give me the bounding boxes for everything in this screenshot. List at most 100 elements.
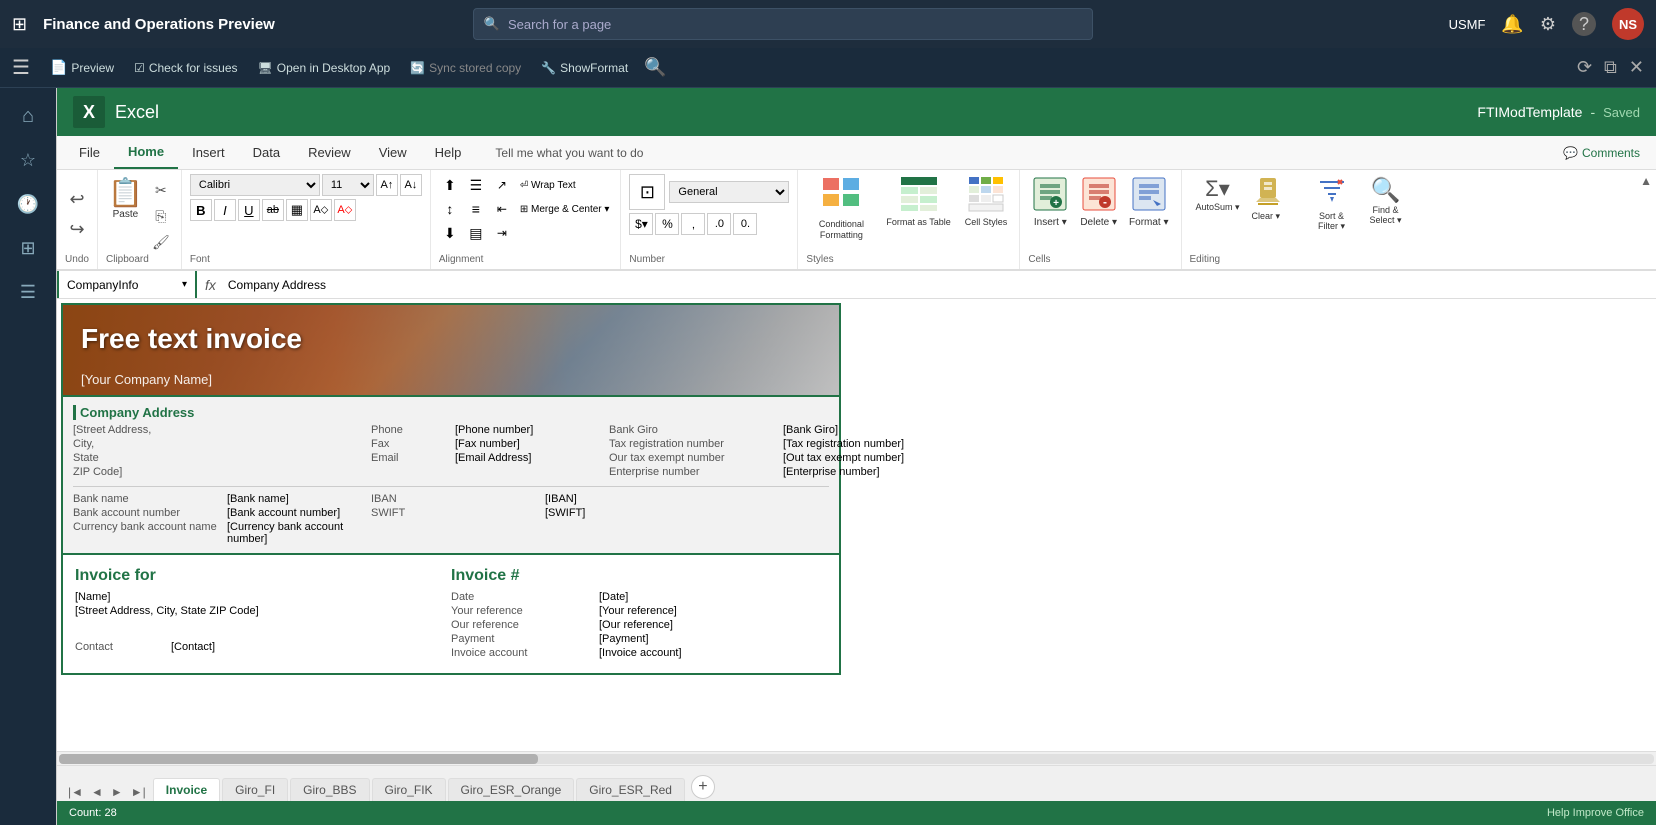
sidebar-icon-star[interactable]: ☆ — [8, 140, 48, 180]
name-box[interactable]: CompanyInfo ▾ — [57, 271, 197, 298]
undo-btn[interactable]: ↩ — [63, 185, 91, 213]
sync-btn[interactable]: 🔄 Sync stored copy — [402, 57, 529, 79]
italic-btn[interactable]: I — [214, 199, 236, 221]
grid-icon[interactable]: ⊞ — [12, 14, 27, 35]
redo-btn[interactable]: ↪ — [63, 215, 91, 243]
underline-btn[interactable]: U — [238, 199, 260, 221]
tab-invoice[interactable]: Invoice — [153, 778, 220, 801]
find-select-btn[interactable]: 🔍 Find &Select ▾ — [1360, 174, 1412, 228]
collapse-ribbon-btn[interactable]: ▲ — [1636, 170, 1656, 192]
tab-giro-fik[interactable]: Giro_FIK — [372, 778, 446, 801]
percent-btn[interactable]: % — [655, 213, 679, 235]
sidebar-icon-recent[interactable]: 🕐 — [8, 184, 48, 224]
sheet-nav-first[interactable]: |◄ — [65, 783, 86, 801]
currency-btn[interactable]: $▾ — [629, 213, 653, 235]
merge-btn[interactable]: ⊞ Merge & Center ▾ — [517, 198, 613, 220]
tab-giro-esr-orange[interactable]: Giro_ESR_Orange — [448, 778, 575, 801]
align-center-btn[interactable]: ≡ — [465, 198, 487, 220]
tab-home[interactable]: Home — [114, 136, 178, 169]
open-desktop-btn[interactable]: 🖥 Open in Desktop App — [250, 57, 399, 79]
orientation-btn[interactable]: ↗ — [491, 174, 513, 196]
formula-input[interactable] — [224, 278, 1656, 292]
preview-btn[interactable]: 📄 Preview — [42, 55, 122, 80]
comments-btn[interactable]: 💬 Comments — [1555, 142, 1648, 164]
restore-icon[interactable]: ⟳ — [1577, 57, 1592, 78]
gear-icon[interactable]: ⚙ — [1540, 14, 1556, 35]
align-bottom-btn[interactable]: ⬇ — [439, 222, 461, 244]
paste-btn[interactable]: 📋 Paste — [106, 174, 145, 222]
font-decrease-btn[interactable]: A↓ — [400, 174, 422, 196]
tab-file[interactable]: File — [65, 137, 114, 168]
tab-giro-bbs[interactable]: Giro_BBS — [290, 778, 369, 801]
fill-color-btn[interactable]: A⬦ — [310, 199, 332, 221]
indent-decrease-btn[interactable]: ⇤ — [491, 198, 513, 220]
sidebar-icon-home[interactable]: ⌂ — [8, 96, 48, 136]
add-sheet-btn[interactable]: + — [691, 775, 715, 799]
bell-icon[interactable]: 🔔 — [1501, 14, 1523, 35]
enterprise-label: Enterprise number — [609, 466, 779, 478]
sheet-nav-next[interactable]: ► — [108, 783, 126, 801]
format-painter-btn[interactable]: 🖌 — [149, 230, 173, 254]
font-color-btn[interactable]: A⬦ — [334, 199, 356, 221]
sheet-nav-last[interactable]: ►| — [128, 783, 149, 801]
tab-giro-fi[interactable]: Giro_FI — [222, 778, 288, 801]
sort-filter-btn[interactable]: Sort &Filter ▾ — [1306, 174, 1358, 234]
show-format-btn[interactable]: 🔧 ShowFormat — [533, 57, 636, 79]
font-increase-btn[interactable]: A↑ — [376, 174, 398, 196]
copy-btn[interactable]: ⎘ — [149, 204, 173, 228]
search-box[interactable]: 🔍 Search for a page — [473, 8, 1093, 40]
check-issues-btn[interactable]: ☑ Check for issues — [126, 57, 245, 79]
conditional-formatting-btn[interactable]: Conditional Formatting — [806, 174, 876, 243]
number-format-select[interactable]: General — [669, 181, 789, 203]
format-table-btn[interactable]: Format as Table — [882, 174, 954, 230]
h-scroll-thumb[interactable] — [59, 754, 538, 764]
city-val: City, — [73, 438, 223, 450]
tab-view[interactable]: View — [365, 137, 421, 168]
sidebar-icon-list[interactable]: ☰ — [8, 272, 48, 312]
tab-giro-esr-red[interactable]: Giro_ESR_Red — [576, 778, 685, 801]
sheet-nav-prev[interactable]: ◄ — [88, 783, 106, 801]
improve-office-link[interactable]: Help Improve Office — [1547, 807, 1644, 819]
merge-cell-btn[interactable]: ⊡ — [629, 174, 665, 210]
indent-increase-btn[interactable]: ⇥ — [491, 222, 513, 244]
cut-btn[interactable]: ✂ — [149, 178, 173, 202]
cell-styles-btn[interactable]: Cell Styles — [961, 174, 1012, 230]
autosum-btn[interactable]: Σ▾ AutoSum ▾ — [1190, 174, 1246, 215]
strikethrough-btn[interactable]: ab — [262, 199, 284, 221]
help-icon[interactable]: ? — [1572, 12, 1596, 36]
font-family-select[interactable]: Calibri — [190, 174, 320, 196]
scroll-area[interactable]: Free text invoice [Your Company Name] Co… — [57, 299, 1656, 751]
name-box-dropdown[interactable]: ▾ — [182, 279, 187, 290]
insert-cells-btn[interactable]: + Insert ▾ — [1028, 174, 1072, 230]
align-right-btn[interactable]: ▤ — [465, 222, 487, 244]
wrap-text-btn[interactable]: ⏎ Wrap Text — [517, 174, 613, 196]
iban-value: [IBAN] — [545, 493, 725, 505]
hamburger-icon[interactable]: ☰ — [12, 55, 30, 80]
tab-data[interactable]: Data — [239, 137, 294, 168]
tab-help[interactable]: Help — [421, 137, 476, 168]
font-size-select[interactable]: 11 — [322, 174, 374, 196]
comma-btn[interactable]: ‚ — [681, 213, 705, 235]
tab-insert[interactable]: Insert — [178, 137, 239, 168]
user-avatar[interactable]: NS — [1612, 8, 1644, 40]
bold-btn[interactable]: B — [190, 199, 212, 221]
decrease-decimal-btn[interactable]: 0. — [733, 213, 757, 235]
align-middle-btn[interactable]: ↕ — [439, 198, 461, 220]
styles-label: Styles — [806, 254, 1011, 265]
align-left-btn[interactable]: ☰ — [465, 174, 487, 196]
tab-review[interactable]: Review — [294, 137, 365, 168]
h-scroll-track[interactable] — [59, 754, 1654, 764]
align-top-btn[interactable]: ⬆ — [439, 174, 461, 196]
window-icon[interactable]: ⧉ — [1604, 57, 1617, 78]
border-btn[interactable]: ▦ — [286, 199, 308, 221]
toolbar-search-icon[interactable]: 🔍 — [644, 57, 666, 78]
format-cells-btn[interactable]: Format ▾ — [1125, 174, 1172, 230]
formula-fx-icon[interactable]: fx — [197, 277, 224, 293]
close-icon[interactable]: ✕ — [1629, 57, 1644, 78]
sidebar-icon-table[interactable]: ⊞ — [8, 228, 48, 268]
increase-decimal-btn[interactable]: .0 — [707, 213, 731, 235]
tell-me[interactable]: Tell me what you want to do — [495, 146, 1555, 160]
clear-btn[interactable]: Clear ▾ — [1248, 174, 1304, 224]
cells-group: + Insert ▾ — [1020, 170, 1181, 269]
delete-cells-btn[interactable]: - Delete ▾ — [1076, 174, 1121, 230]
